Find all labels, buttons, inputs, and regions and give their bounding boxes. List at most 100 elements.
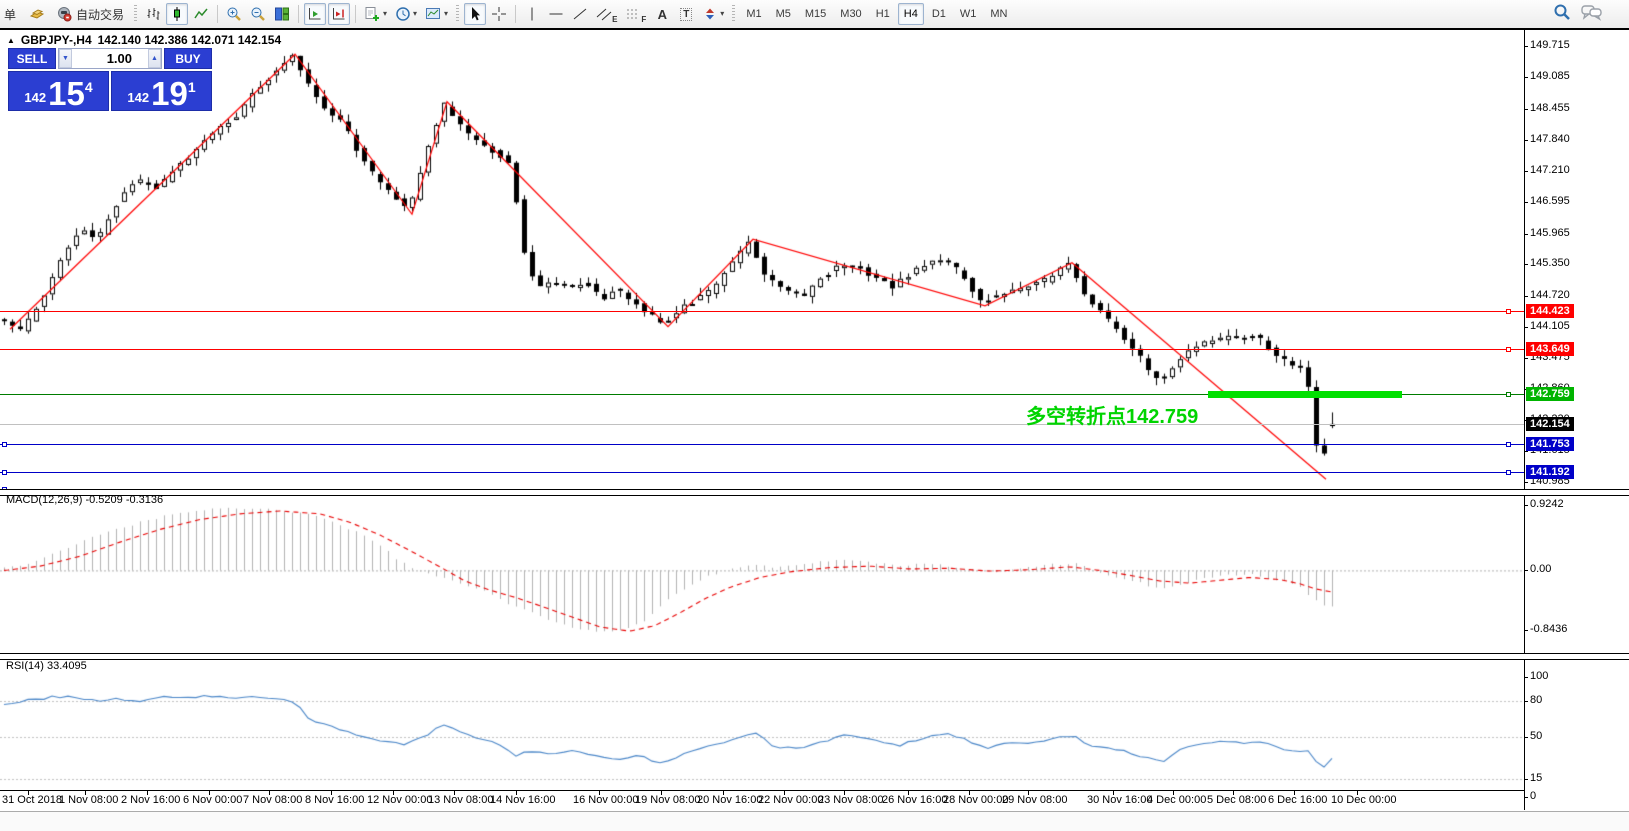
volume-decrease-button[interactable]: ▼ — [59, 49, 72, 68]
time-axis-tick — [1233, 791, 1234, 795]
arrows-tool-button[interactable]: ▾ — [699, 3, 727, 25]
horizontal-line-144.423[interactable] — [0, 311, 1524, 312]
tab-timeframe-m15[interactable]: M15 — [799, 3, 832, 25]
macd-axis-label: 0.9242 — [1530, 498, 1564, 510]
time-axis-tick — [28, 791, 29, 795]
horizontal-line-tool-button[interactable] — [545, 3, 567, 25]
price-badge-142.154: 142.154 — [1526, 417, 1574, 431]
tab-timeframe-w1[interactable]: W1 — [954, 3, 983, 25]
tab-timeframe-h1[interactable]: H1 — [870, 3, 896, 25]
time-axis-tick — [1294, 791, 1295, 795]
equidistant-channel-icon — [596, 6, 612, 22]
buy-button[interactable]: BUY — [164, 48, 212, 69]
label-tool-button[interactable]: T — [675, 3, 697, 25]
volume-input[interactable]: 1.00 — [72, 49, 148, 68]
autotrade-button[interactable]: 自动交易 — [51, 3, 129, 25]
buy-price-sup: 1 — [188, 79, 196, 95]
time-axis-label: 6 Dec 16:00 — [1268, 794, 1327, 806]
tab-timeframe-m30[interactable]: M30 — [834, 3, 867, 25]
toolbar-separator — [355, 5, 356, 23]
price-axis-label: 140.985 — [1530, 475, 1570, 487]
price-axis-line — [1524, 30, 1525, 810]
time-axis-tick — [269, 791, 270, 795]
horizontal-line-142.154[interactable] — [0, 424, 1524, 425]
candlestick-chart-button[interactable] — [166, 3, 188, 25]
vertical-line-tool-button[interactable] — [521, 3, 543, 25]
text-tool-button[interactable]: A — [651, 3, 673, 25]
toolbar-separator — [515, 5, 516, 23]
auto-scroll-button[interactable] — [304, 3, 326, 25]
chevron-down-icon: ▾ — [383, 10, 387, 18]
horizontal-line-141.753[interactable] — [0, 444, 1524, 445]
tab-timeframe-mn[interactable]: MN — [984, 3, 1013, 25]
rsi-axis-label: 100 — [1530, 670, 1548, 682]
tile-windows-button[interactable] — [271, 3, 293, 25]
tab-timeframe-h4[interactable]: H4 — [898, 3, 924, 25]
pane-splitter[interactable] — [0, 489, 1629, 496]
chart-shift-button[interactable] — [328, 3, 350, 25]
new-order-button-partial[interactable]: 单 — [1, 3, 23, 25]
sell-button[interactable]: SELL — [8, 48, 56, 69]
time-axis-tick — [331, 791, 332, 795]
line-handle[interactable] — [1506, 309, 1511, 314]
search-icon[interactable] — [1553, 3, 1571, 26]
time-axis-tick — [209, 791, 210, 795]
collapse-triangle-icon[interactable]: ▲ — [7, 36, 15, 45]
line-chart-icon — [193, 6, 209, 22]
price-chart-canvas[interactable] — [0, 30, 1524, 490]
sell-price-display[interactable]: 142154 — [8, 71, 109, 111]
pivot-annotation[interactable]: 多空转折点142.759 — [1026, 400, 1198, 429]
line-handle[interactable] — [1506, 442, 1511, 447]
time-axis-label: 20 Nov 16:00 — [697, 794, 762, 806]
zoom-in-button[interactable] — [223, 3, 245, 25]
time-axis-label: 16 Nov 00:00 — [573, 794, 638, 806]
cursor-icon — [468, 6, 482, 22]
chat-icon[interactable] — [1581, 3, 1603, 26]
price-axis-label: 149.715 — [1530, 39, 1570, 51]
crosshair-button[interactable] — [488, 3, 510, 25]
arrows-icon — [702, 6, 718, 22]
zoom-out-icon — [250, 6, 266, 22]
zoom-out-button[interactable] — [247, 3, 269, 25]
channel-tool-button[interactable]: E — [593, 3, 620, 25]
time-axis-label: 28 Nov 00:00 — [943, 794, 1008, 806]
line-handle[interactable] — [1506, 470, 1511, 475]
horizontal-scrollbar[interactable] — [0, 812, 1629, 831]
timeframes-menu-button[interactable]: ▾ — [392, 3, 420, 25]
macd-indicator-canvas[interactable] — [0, 493, 1524, 653]
autotrade-label: 自动交易 — [76, 6, 124, 23]
pane-splitter[interactable] — [0, 653, 1629, 660]
line-handle[interactable] — [1506, 392, 1511, 397]
time-axis-label: 26 Nov 16:00 — [882, 794, 947, 806]
support-zone-bar[interactable] — [1208, 391, 1402, 398]
tab-timeframe-m5[interactable]: M5 — [770, 3, 797, 25]
trendline-tool-button[interactable] — [569, 3, 591, 25]
price-axis-label: 144.105 — [1530, 320, 1570, 332]
line-handle[interactable] — [2, 442, 7, 447]
trade-history-button[interactable] — [25, 3, 49, 25]
fibonacci-tool-button[interactable]: F — [622, 3, 649, 25]
line-chart-button[interactable] — [190, 3, 212, 25]
horizontal-line-141.192[interactable] — [0, 472, 1524, 473]
price-axis-label: 146.595 — [1530, 195, 1570, 207]
horizontal-line-143.649[interactable] — [0, 349, 1524, 350]
cursor-button[interactable] — [464, 3, 486, 25]
add-indicator-button[interactable]: ▾ — [361, 3, 390, 25]
clock-icon — [395, 6, 411, 22]
toolbar: 单 自动交易 — [0, 0, 1629, 28]
templates-button[interactable]: ▾ — [422, 3, 451, 25]
line-handle[interactable] — [2, 470, 7, 475]
time-axis-tick — [969, 791, 970, 795]
line-handle[interactable] — [1506, 347, 1511, 352]
zoom-in-icon — [226, 6, 242, 22]
rsi-axis-label: 15 — [1530, 772, 1542, 784]
tab-timeframe-d1[interactable]: D1 — [926, 3, 952, 25]
time-axis-label: 30 Nov 16:00 — [1087, 794, 1152, 806]
bar-chart-button[interactable] — [142, 3, 164, 25]
rsi-indicator-canvas[interactable] — [0, 659, 1524, 790]
price-badge-142.759: 142.759 — [1526, 387, 1574, 401]
vertical-line-icon — [526, 6, 538, 22]
tab-timeframe-m1[interactable]: M1 — [740, 3, 767, 25]
volume-increase-button[interactable]: ▲ — [148, 49, 161, 68]
buy-price-display[interactable]: 142191 — [111, 71, 212, 111]
